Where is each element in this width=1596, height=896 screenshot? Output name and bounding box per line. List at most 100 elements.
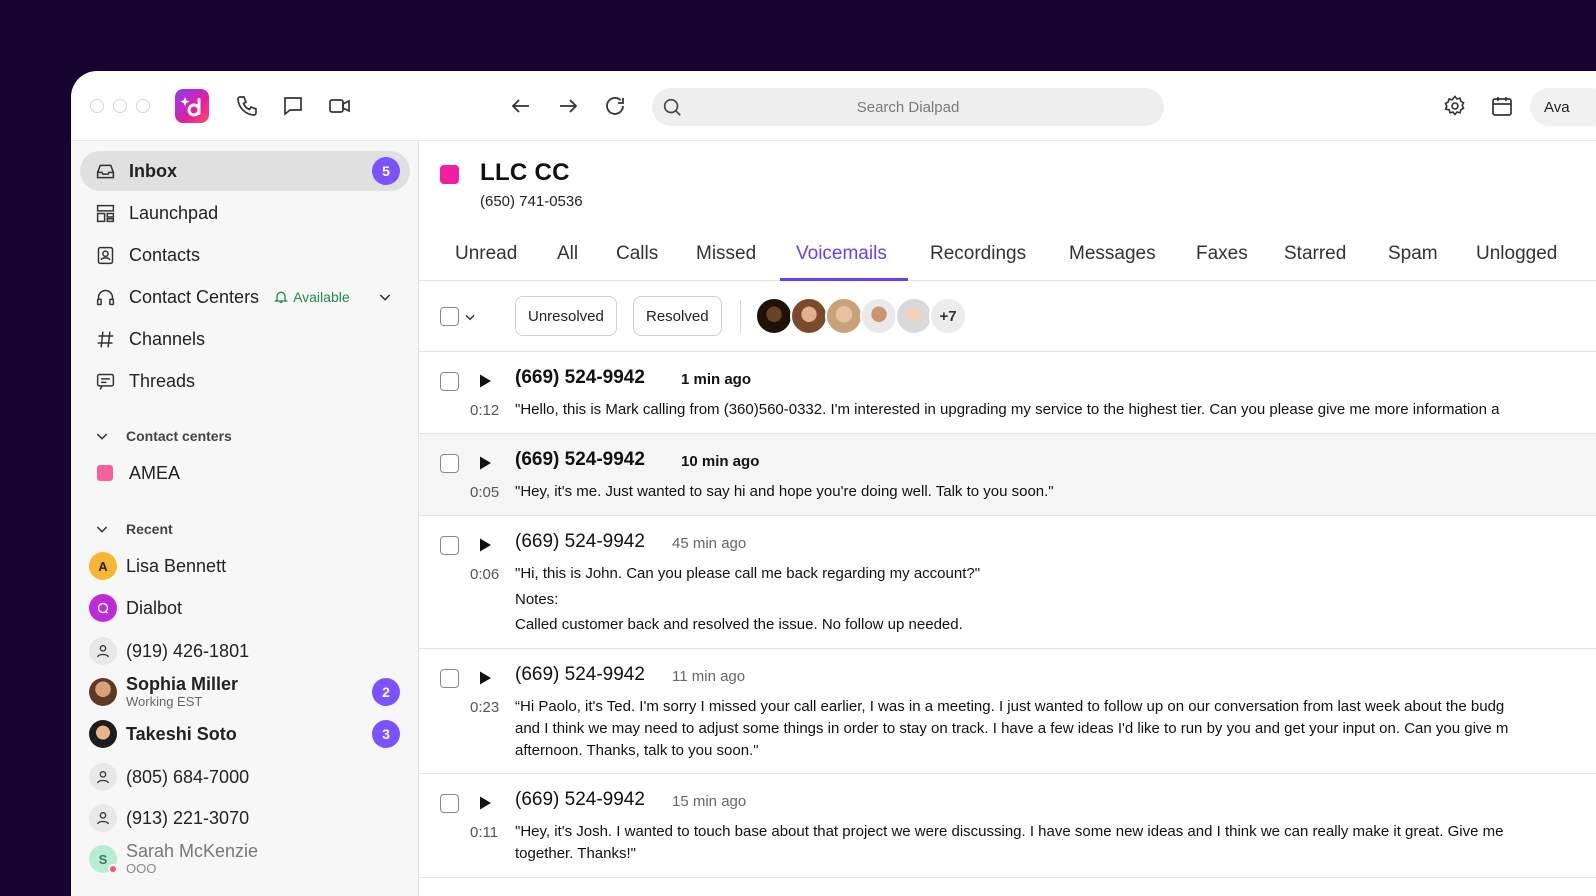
play-icon[interactable] bbox=[477, 537, 493, 553]
tab-all[interactable]: All bbox=[557, 243, 578, 277]
availability-status-button[interactable]: Ava bbox=[1530, 88, 1596, 126]
forward-arrow-icon[interactable] bbox=[554, 92, 582, 120]
refresh-icon[interactable] bbox=[601, 92, 629, 120]
sidebar-item-inbox[interactable]: Inbox 5 bbox=[80, 151, 410, 191]
search-bar[interactable]: Search Dialpad bbox=[652, 88, 1164, 126]
agent-avatar[interactable] bbox=[825, 297, 863, 335]
contact-centers-section-header[interactable]: Contact centers bbox=[94, 428, 232, 444]
play-icon[interactable] bbox=[477, 795, 493, 811]
chevron-down-icon[interactable] bbox=[463, 310, 477, 324]
voicemail-transcript: afternoon. Thanks, talk to you soon." bbox=[515, 742, 759, 759]
agent-avatar[interactable] bbox=[755, 297, 793, 335]
tab-calls[interactable]: Calls bbox=[616, 243, 658, 277]
caller-number[interactable]: (669) 524-9942 bbox=[515, 449, 645, 471]
window-minimize-button[interactable] bbox=[113, 99, 127, 113]
tab-faxes[interactable]: Faxes bbox=[1196, 243, 1248, 277]
unread-count-badge: 5 bbox=[372, 157, 400, 185]
play-icon[interactable] bbox=[477, 373, 493, 389]
window-zoom-button[interactable] bbox=[136, 99, 150, 113]
tab-messages[interactable]: Messages bbox=[1069, 243, 1156, 277]
row-checkbox[interactable] bbox=[440, 536, 459, 555]
play-icon[interactable] bbox=[477, 455, 493, 471]
recent-item-phone-1[interactable]: (919) 426-1801 bbox=[89, 631, 409, 671]
tab-missed[interactable]: Missed bbox=[696, 243, 756, 277]
threads-icon bbox=[94, 370, 116, 392]
avatar bbox=[89, 720, 117, 748]
agent-avatar[interactable] bbox=[790, 297, 828, 335]
recent-item-sophia-miller[interactable]: Sophia Miller Working EST 2 bbox=[89, 672, 409, 712]
tab-spam[interactable]: Spam bbox=[1388, 243, 1438, 277]
voicemail-time: 10 min ago bbox=[681, 453, 760, 470]
phone-icon[interactable] bbox=[233, 92, 261, 120]
recent-item-dialbot[interactable]: Dialbot bbox=[89, 588, 409, 628]
hashtag-icon bbox=[94, 328, 116, 350]
contact-center-color-square bbox=[440, 165, 459, 184]
caller-number[interactable]: (669) 524-9942 bbox=[515, 531, 645, 553]
row-checkbox[interactable] bbox=[440, 794, 459, 813]
settings-gear-icon[interactable] bbox=[1441, 92, 1469, 120]
select-all-checkbox[interactable] bbox=[440, 307, 459, 326]
chevron-down-icon bbox=[96, 526, 108, 533]
tab-voicemails[interactable]: Voicemails bbox=[796, 243, 887, 277]
recent-name: (913) 221-3070 bbox=[126, 807, 250, 828]
chevron-down-icon[interactable] bbox=[377, 289, 393, 305]
sidebar-item-label: Launchpad bbox=[129, 202, 219, 223]
recent-item-phone-3[interactable]: (913) 221-3070 bbox=[89, 798, 409, 838]
recent-name: (919) 426-1801 bbox=[126, 640, 250, 661]
voicemail-row[interactable]: (669) 524-9942 45 min ago 0:06 "Hi, this… bbox=[419, 516, 1596, 649]
sidebar-item-amea[interactable]: AMEA bbox=[80, 453, 410, 493]
sidebar-item-threads[interactable]: Threads bbox=[80, 361, 410, 401]
tab-recordings[interactable]: Recordings bbox=[930, 243, 1026, 277]
tab-unread[interactable]: Unread bbox=[455, 243, 517, 277]
voicemail-transcript: and I think we may need to adjust some t… bbox=[515, 720, 1509, 737]
chevron-down-icon bbox=[96, 433, 108, 440]
recent-section-header[interactable]: Recent bbox=[94, 521, 173, 537]
agent-avatar[interactable] bbox=[860, 297, 898, 335]
main-panel: LLC CC (650) 741-0536 Unread All Calls M… bbox=[419, 141, 1596, 896]
resolved-filter-button[interactable]: Resolved bbox=[633, 296, 722, 336]
message-icon[interactable] bbox=[279, 92, 307, 120]
unresolved-filter-button[interactable]: Unresolved bbox=[515, 296, 617, 336]
headset-icon bbox=[94, 286, 116, 308]
voicemail-row[interactable]: (669) 524-9942 10 min ago 0:05 "Hey, it'… bbox=[419, 434, 1596, 516]
recent-status: Working EST bbox=[126, 693, 203, 709]
voicemail-transcript: together. Thanks!" bbox=[515, 845, 636, 862]
sidebar-item-label: Contacts bbox=[129, 244, 201, 265]
more-agents-button[interactable]: +7 bbox=[929, 297, 967, 335]
play-icon[interactable] bbox=[477, 670, 493, 686]
recent-item-phone-2[interactable]: (805) 684-7000 bbox=[89, 757, 409, 797]
voicemail-row[interactable]: (669) 524-9942 15 min ago 0:11 "Hey, it'… bbox=[419, 774, 1596, 878]
recent-item-takeshi-soto[interactable]: Takeshi Soto 3 bbox=[89, 714, 409, 754]
agent-avatar[interactable] bbox=[895, 297, 933, 335]
window-close-button[interactable] bbox=[90, 99, 104, 113]
caller-number[interactable]: (669) 524-9942 bbox=[515, 664, 645, 686]
availability-status[interactable]: Available bbox=[273, 289, 350, 305]
voicemail-transcript: “Hi Paolo, it's Ted. I'm sorry I missed … bbox=[515, 698, 1505, 715]
sidebar-item-channels[interactable]: Channels bbox=[80, 319, 410, 359]
tab-unlogged[interactable]: Unlogged bbox=[1476, 243, 1557, 277]
row-checkbox[interactable] bbox=[440, 454, 459, 473]
caller-number[interactable]: (669) 524-9942 bbox=[515, 367, 645, 389]
sidebar-item-contact-centers[interactable]: Contact Centers Available bbox=[80, 277, 410, 317]
sidebar-item-contacts[interactable]: Contacts bbox=[80, 235, 410, 275]
tab-starred[interactable]: Starred bbox=[1284, 243, 1346, 277]
video-icon[interactable] bbox=[326, 92, 354, 120]
voicemail-time: 11 min ago bbox=[672, 668, 746, 685]
back-arrow-icon[interactable] bbox=[507, 92, 535, 120]
calendar-icon[interactable] bbox=[1488, 92, 1516, 120]
voicemail-duration: 0:06 bbox=[470, 566, 500, 583]
recent-item-sarah-mckenzie[interactable]: S Sarah McKenzie OOO bbox=[89, 839, 409, 879]
row-checkbox[interactable] bbox=[440, 669, 459, 688]
caller-number[interactable]: (669) 524-9942 bbox=[515, 789, 645, 811]
voicemail-duration: 0:05 bbox=[470, 484, 500, 501]
voicemail-time: 15 min ago bbox=[672, 793, 747, 810]
sidebar-item-launchpad[interactable]: Launchpad bbox=[80, 193, 410, 233]
recent-item-lisa-bennett[interactable]: A Lisa Bennett bbox=[89, 546, 409, 586]
avatar bbox=[89, 678, 117, 706]
row-checkbox[interactable] bbox=[440, 372, 459, 391]
voicemail-row[interactable]: (669) 524-9942 11 min ago 0:23 “Hi Paolo… bbox=[419, 649, 1596, 774]
active-tab-indicator bbox=[780, 278, 908, 281]
voicemail-row[interactable]: (669) 524-9942 1 min ago 0:12 "Hello, th… bbox=[419, 352, 1596, 434]
search-placeholder: Search Dialpad bbox=[856, 98, 960, 116]
dialpad-logo-icon[interactable] bbox=[175, 89, 209, 123]
